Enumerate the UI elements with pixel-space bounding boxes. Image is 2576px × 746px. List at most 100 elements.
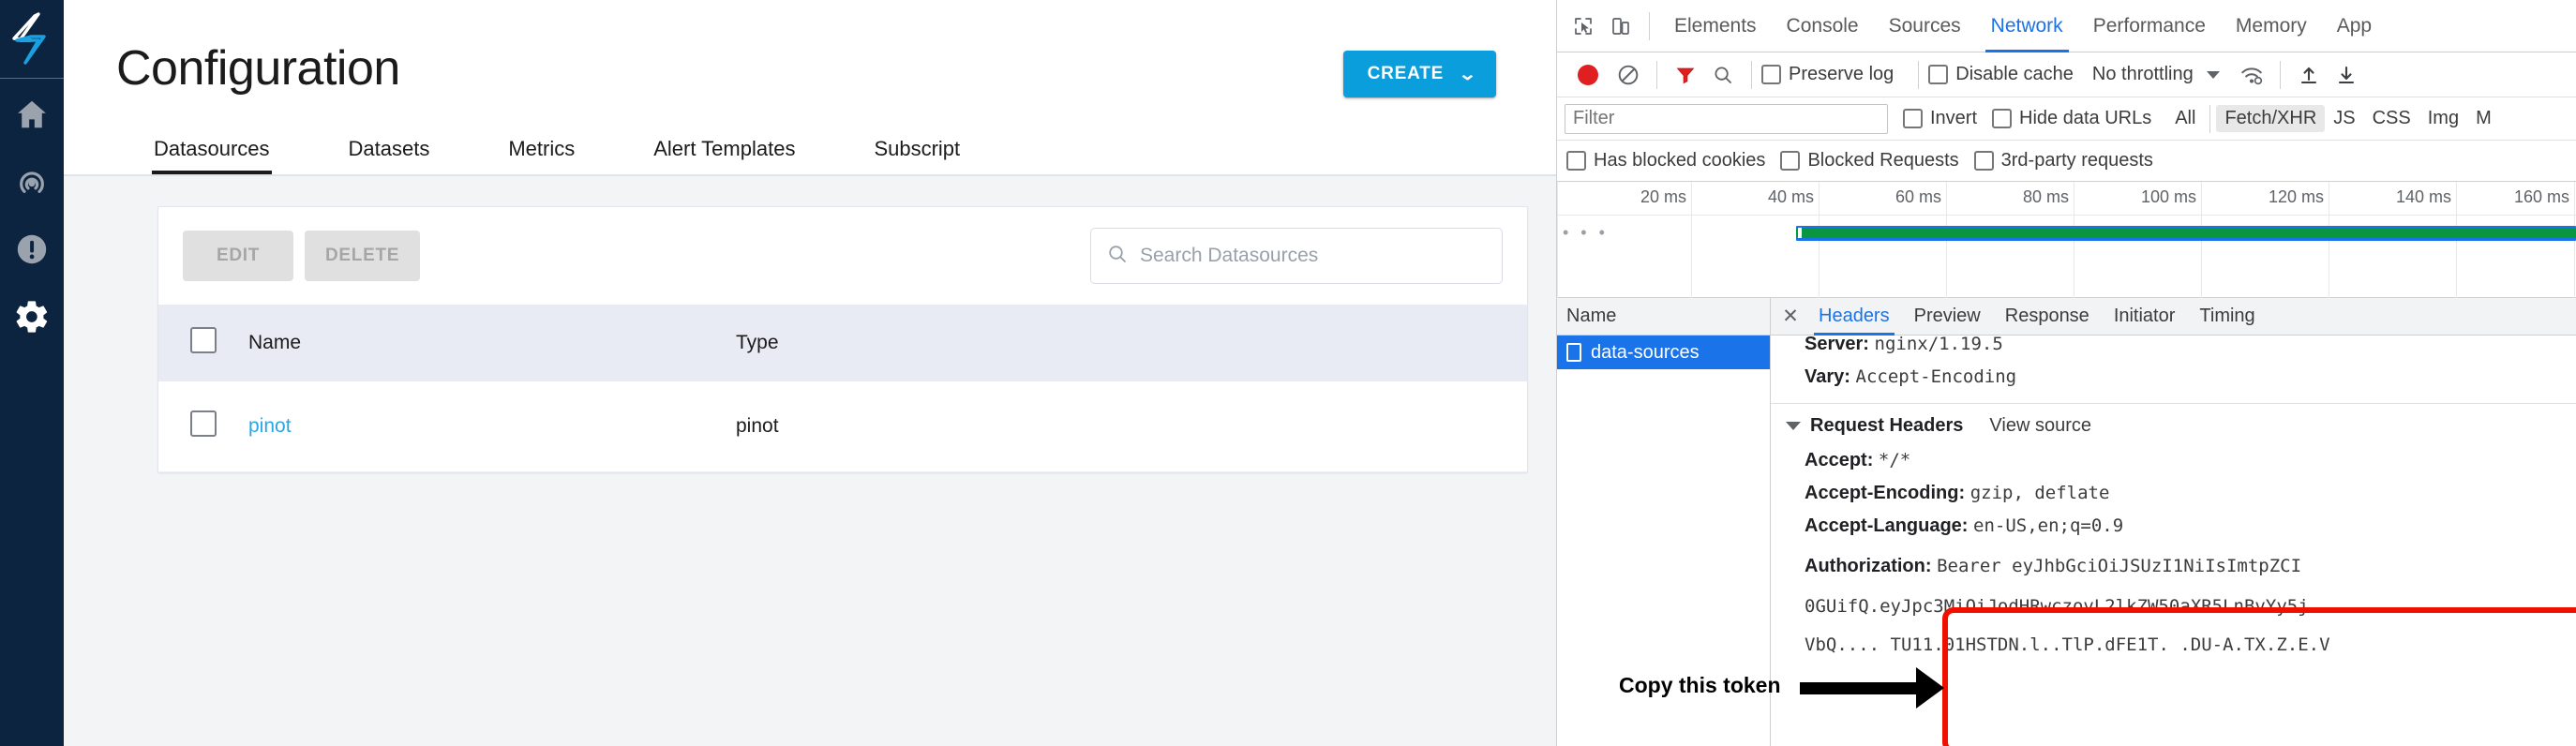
row-checkbox[interactable] bbox=[190, 410, 217, 437]
detail-tab-headers[interactable]: Headers bbox=[1806, 298, 1902, 336]
filter-type-fetch-xhr[interactable]: Fetch/XHR bbox=[2216, 105, 2326, 132]
inspect-element-icon[interactable] bbox=[1565, 7, 1602, 45]
table-row[interactable]: pinot pinot bbox=[158, 381, 1527, 472]
tab-sources[interactable]: Sources bbox=[1874, 0, 1976, 52]
filter-type-css[interactable]: CSS bbox=[2364, 105, 2419, 132]
request-list-header[interactable]: Name bbox=[1557, 298, 1770, 336]
edit-button[interactable]: EDIT bbox=[183, 231, 293, 281]
record-icon[interactable] bbox=[1578, 64, 1598, 85]
exclamation-circle-icon bbox=[14, 231, 50, 267]
preserve-log-toggle[interactable]: Preserve log bbox=[1761, 64, 1894, 85]
tab-console[interactable]: Console bbox=[1772, 0, 1874, 52]
tab-performance[interactable]: Performance bbox=[2078, 0, 2221, 52]
datasources-card: EDIT DELETE Search Datasources Name Type… bbox=[157, 206, 1528, 473]
filter-divider bbox=[2209, 104, 2211, 133]
has-blocked-cookies-checkbox[interactable] bbox=[1566, 151, 1586, 171]
filter-type-all[interactable]: All bbox=[2166, 105, 2204, 132]
detail-tab-response[interactable]: Response bbox=[1993, 298, 2102, 336]
gear-icon bbox=[13, 298, 51, 336]
screenshot-root: Configuration CREATE ⌄ Datasources Datas… bbox=[0, 0, 2576, 746]
config-tabs: Datasources Datasets Metrics Alert Templ… bbox=[64, 122, 1556, 174]
create-button[interactable]: CREATE ⌄ bbox=[1342, 51, 1496, 97]
has-blocked-cookies-toggle[interactable]: Has blocked cookies bbox=[1566, 150, 1765, 172]
blocked-requests-checkbox[interactable] bbox=[1780, 151, 1801, 171]
datasource-link-pinot[interactable]: pinot bbox=[248, 415, 292, 437]
triangle-down-icon bbox=[1786, 422, 1801, 430]
blocked-requests-toggle[interactable]: Blocked Requests bbox=[1780, 150, 1959, 172]
sidebar-divider bbox=[0, 78, 64, 79]
header-row-vary: Vary: Accept-Encoding bbox=[1771, 361, 2576, 394]
delete-button[interactable]: DELETE bbox=[305, 231, 421, 281]
network-timeline[interactable]: 20 ms 40 ms 60 ms 80 ms 100 ms 120 ms 14… bbox=[1557, 182, 2576, 298]
card-toolbar: EDIT DELETE bbox=[158, 207, 1527, 305]
detail-tab-preview[interactable]: Preview bbox=[1902, 298, 1993, 336]
search-datasources-input[interactable] bbox=[1140, 245, 1487, 267]
request-row-data-sources[interactable]: data-sources bbox=[1557, 336, 1770, 369]
hide-data-urls-checkbox[interactable] bbox=[1992, 109, 2013, 128]
hide-data-urls-toggle[interactable]: Hide data URLs bbox=[1992, 108, 2151, 129]
thirdeye-app: Configuration CREATE ⌄ Datasources Datas… bbox=[0, 0, 1556, 746]
tab-subscription-groups[interactable]: Subscript bbox=[874, 137, 960, 174]
third-party-requests-label: 3rd-party requests bbox=[2000, 150, 2153, 171]
row-type-cell: pinot bbox=[736, 381, 1527, 472]
invert-toggle[interactable]: Invert bbox=[1903, 108, 1977, 129]
network-filter-input[interactable] bbox=[1565, 103, 1888, 134]
sidebar-item-alerts[interactable] bbox=[0, 216, 64, 283]
header-key: Authorization: bbox=[1805, 556, 1932, 576]
toolbar-divider bbox=[1649, 11, 1650, 40]
disable-cache-toggle[interactable]: Disable cache bbox=[1928, 64, 2074, 85]
search-datasources-wrapper[interactable] bbox=[1090, 228, 1503, 284]
sidebar-item-configuration[interactable] bbox=[0, 283, 64, 351]
preserve-log-checkbox[interactable] bbox=[1761, 65, 1781, 84]
preserve-log-label: Preserve log bbox=[1789, 64, 1895, 84]
tab-application[interactable]: App bbox=[2322, 0, 2387, 52]
disable-cache-checkbox[interactable] bbox=[1928, 65, 1949, 84]
search-icon[interactable] bbox=[1704, 56, 1742, 94]
thirdeye-logo[interactable] bbox=[0, 0, 64, 78]
import-har-icon[interactable] bbox=[2290, 56, 2328, 94]
close-icon[interactable]: ✕ bbox=[1775, 301, 1806, 333]
tab-network[interactable]: Network bbox=[1976, 0, 2078, 52]
filter-type-img[interactable]: Img bbox=[2419, 105, 2467, 132]
select-all-header bbox=[158, 305, 248, 381]
detail-tab-initiator[interactable]: Initiator bbox=[2102, 298, 2188, 336]
tab-datasources[interactable]: Datasources bbox=[152, 137, 272, 174]
network-filterbar: Invert Hide data URLs All Fetch/XHR JS C… bbox=[1557, 97, 2576, 141]
tab-memory[interactable]: Memory bbox=[2221, 0, 2322, 52]
chevron-down-icon bbox=[2206, 70, 2220, 79]
detail-tab-timing[interactable]: Timing bbox=[2187, 298, 2267, 336]
toolbar-divider-3 bbox=[1751, 60, 1752, 89]
invert-checkbox[interactable] bbox=[1903, 109, 1923, 128]
timeline-tick: 20 ms bbox=[1640, 182, 1692, 298]
timeline-dots: • • • bbox=[1563, 223, 1609, 242]
network-conditions-icon[interactable] bbox=[2233, 56, 2270, 94]
tab-metrics[interactable]: Metrics bbox=[508, 137, 575, 174]
sidebar-item-home[interactable] bbox=[0, 81, 64, 148]
sidebar-item-anomalies[interactable] bbox=[0, 148, 64, 216]
request-name: data-sources bbox=[1591, 341, 1700, 363]
annotation-arrow bbox=[1800, 667, 1944, 709]
table-header-row: Name Type bbox=[158, 305, 1527, 381]
device-toolbar-icon[interactable] bbox=[1602, 7, 1640, 45]
export-har-icon[interactable] bbox=[2328, 56, 2365, 94]
column-header-type[interactable]: Type bbox=[736, 305, 1527, 381]
column-header-name[interactable]: Name bbox=[248, 305, 736, 381]
request-headers-section[interactable]: Request Headers View source bbox=[1771, 404, 2576, 444]
header-key: Server: bbox=[1805, 336, 1869, 354]
filter-type-js[interactable]: JS bbox=[2325, 105, 2363, 132]
page-header: Configuration CREATE ⌄ bbox=[64, 0, 1556, 97]
tab-elements[interactable]: Elements bbox=[1659, 0, 1772, 52]
third-party-requests-checkbox[interactable] bbox=[1973, 151, 1994, 171]
select-all-checkbox[interactable] bbox=[190, 327, 217, 353]
has-blocked-cookies-label: Has blocked cookies bbox=[1594, 150, 1766, 171]
header-row-authorization-cont-1: 0GUifQ.eyJpc3MiOiJodHRwczovL2lkZW50aXR5L… bbox=[1771, 583, 2576, 623]
tab-alert-templates[interactable]: Alert Templates bbox=[653, 137, 795, 174]
tab-datasets[interactable]: Datasets bbox=[349, 137, 430, 174]
header-row-server: Server: nginx/1.19.5 bbox=[1771, 336, 2576, 361]
filter-funnel-icon[interactable] bbox=[1667, 56, 1704, 94]
clear-icon[interactable] bbox=[1610, 56, 1647, 94]
view-source-link[interactable]: View source bbox=[1989, 415, 2091, 437]
filter-type-media[interactable]: M bbox=[2467, 105, 2500, 132]
throttling-select[interactable]: No throttling bbox=[2092, 64, 2220, 85]
third-party-requests-toggle[interactable]: 3rd-party requests bbox=[1973, 150, 2153, 172]
